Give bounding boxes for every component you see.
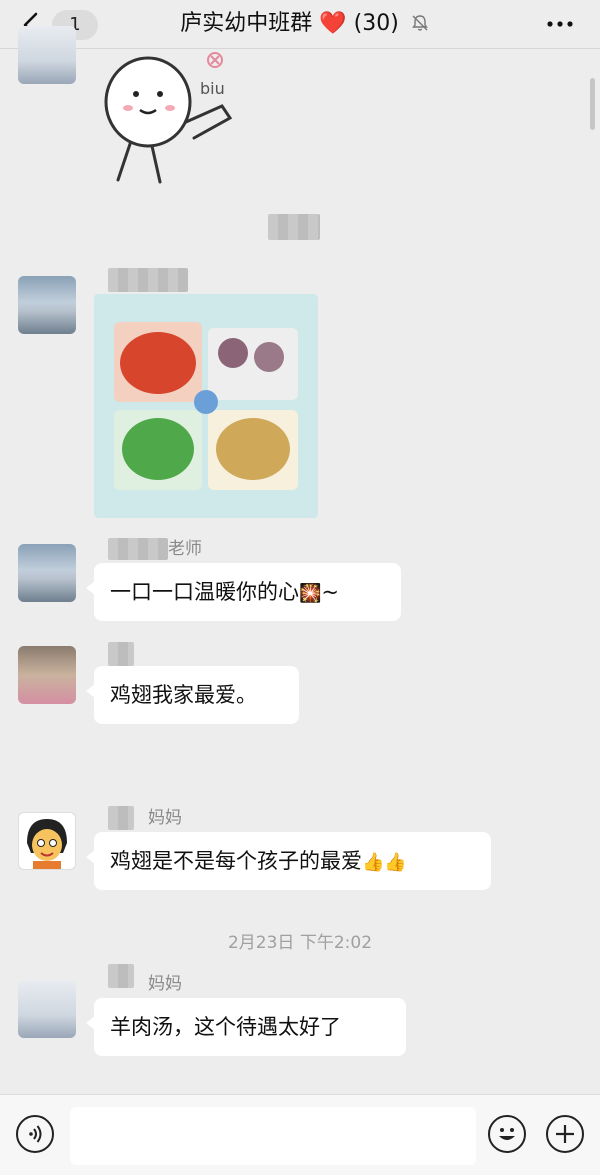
cartoon-avatar-image [27, 819, 67, 869]
redacted-sender [108, 964, 134, 988]
plus-icon [556, 1125, 574, 1143]
sender-name-suffix: 妈妈 [148, 808, 182, 828]
avatar[interactable] [18, 980, 76, 1038]
redacted-sender [108, 538, 168, 560]
mascot-icon [194, 390, 218, 414]
food-photo [114, 322, 202, 402]
emoji-icon [499, 1128, 515, 1140]
message-bubble[interactable]: 一口一口温暖你的心🎇~ [86, 563, 401, 621]
redacted-sender [108, 268, 188, 292]
message-text-tail: ~ [321, 580, 340, 604]
thumbs-up-emoji: 👍👍 [362, 852, 407, 873]
avatar[interactable] [18, 646, 76, 704]
avatar[interactable] [18, 544, 76, 602]
voice-icon [29, 1125, 42, 1143]
avatar[interactable] [18, 26, 76, 84]
member-count: (30) [353, 11, 399, 36]
add-button[interactable] [546, 1115, 584, 1153]
timestamp: 2月23日 下午2:02 [227, 933, 373, 953]
redacted-sender [108, 642, 134, 666]
message-text: 一口一口温暖你的心 [110, 580, 299, 604]
input-bar [0, 1094, 600, 1175]
emoji-button[interactable] [488, 1115, 526, 1153]
heart-emoji: ❤️ [319, 11, 347, 36]
chat-header: 1 庐实幼中班群 ❤️ (30) [0, 0, 600, 49]
avatar[interactable] [18, 276, 76, 334]
voice-button[interactable] [16, 1115, 54, 1153]
sticker-message[interactable]: biu [90, 50, 250, 190]
fireworks-emoji: 🎇 [299, 583, 322, 604]
sticker-caption: biu [200, 79, 225, 98]
more-dots-icon [547, 21, 573, 27]
sticker-image: biu [104, 52, 233, 184]
message-text: 鸡翅是不是每个孩子的最爱 [110, 849, 362, 873]
redacted-label [268, 214, 320, 240]
food-photo [114, 410, 202, 490]
sender-name-suffix: 老师 [168, 539, 202, 559]
group-name: 庐实幼中班群 [180, 11, 313, 36]
message-input[interactable] [70, 1107, 476, 1165]
message-text: 羊肉汤，这个待遇太好了 [110, 1015, 341, 1039]
food-photo [208, 328, 298, 400]
message-bubble[interactable]: 鸡翅我家最爱。 [86, 666, 299, 724]
message-bubble[interactable]: 羊肉汤，这个待遇太好了 [86, 998, 406, 1056]
message-text: 鸡翅我家最爱。 [110, 683, 257, 707]
sender-name-suffix: 妈妈 [148, 974, 182, 994]
bell-off-icon [411, 15, 428, 31]
chat-title[interactable]: 庐实幼中班群 ❤️ (30) [150, 10, 460, 38]
redacted-sender [108, 806, 134, 830]
message-bubble[interactable]: 鸡翅是不是每个孩子的最爱👍👍 [86, 832, 491, 890]
more-button[interactable] [545, 14, 575, 34]
food-photo [208, 410, 298, 490]
image-message[interactable] [94, 294, 318, 518]
scrollbar[interactable] [590, 78, 595, 130]
avatar[interactable] [18, 812, 76, 870]
